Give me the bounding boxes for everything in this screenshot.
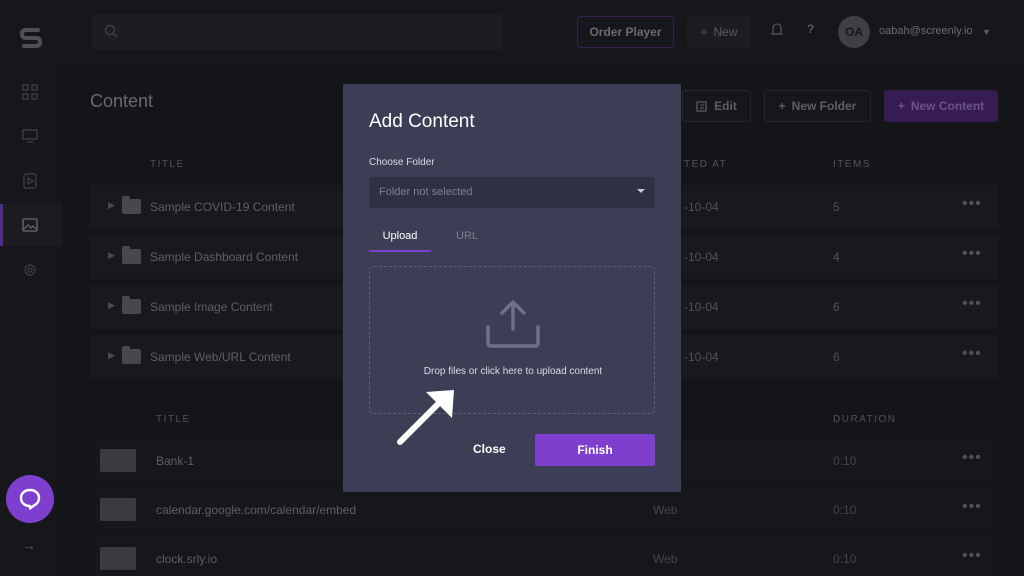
chat-icon <box>19 488 41 510</box>
tab-upload[interactable]: Upload <box>369 230 431 242</box>
caret-down-icon <box>637 189 645 193</box>
add-content-modal: Add Content Choose Folder Folder not sel… <box>343 84 681 492</box>
close-button[interactable]: Close <box>473 442 506 456</box>
modal-title: Add Content <box>369 111 475 132</box>
folder-select[interactable]: Folder not selected <box>369 177 655 208</box>
dropzone-text: Drop files or click here to upload conte… <box>423 366 603 377</box>
tab-url[interactable]: URL <box>456 230 478 242</box>
chat-button[interactable] <box>6 475 54 523</box>
folder-select-value: Folder not selected <box>379 186 473 198</box>
upload-icon <box>486 300 540 348</box>
choose-folder-label: Choose Folder <box>369 157 435 168</box>
finish-button[interactable]: Finish <box>535 434 655 466</box>
annotation-arrow-icon <box>397 390 454 445</box>
arrow-right-icon[interactable]: → <box>22 537 36 553</box>
active-tab-indicator <box>369 250 431 252</box>
